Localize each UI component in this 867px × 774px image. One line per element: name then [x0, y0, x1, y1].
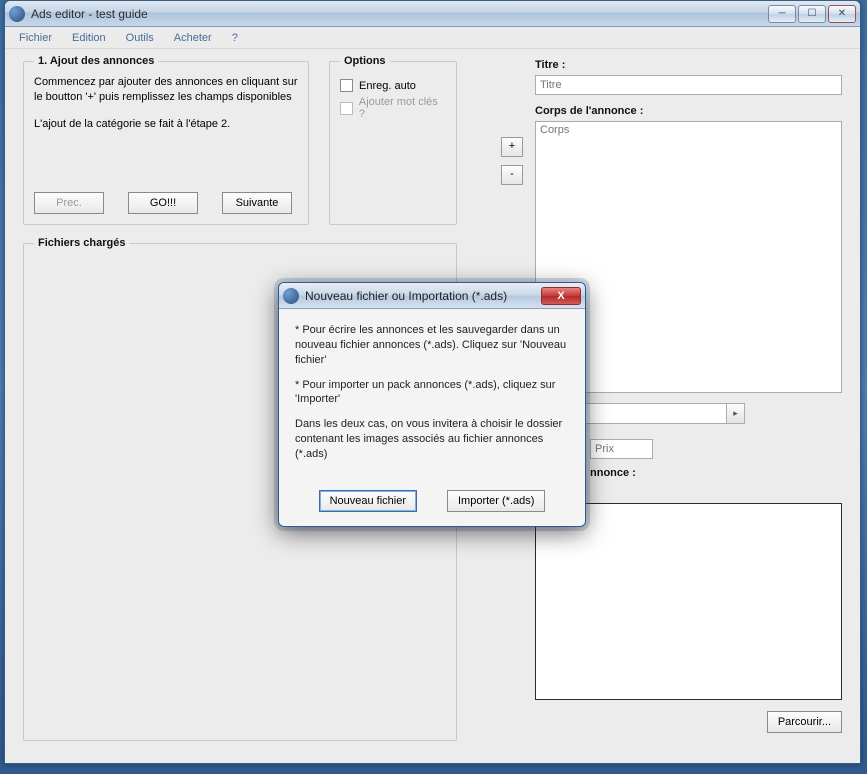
menu-acheter[interactable]: Acheter: [166, 30, 220, 46]
import-button[interactable]: Importer (*.ads): [447, 490, 545, 512]
close-button[interactable]: ✕: [828, 5, 856, 23]
dialog-body: * Pour écrire les annonces et les sauveg…: [279, 309, 585, 486]
dialog-text-3: Dans les deux cas, on vous invitera à ch…: [295, 417, 569, 462]
options-group: Options Enreg. auto Ajouter mot clés ?: [329, 55, 457, 225]
dialog-text-2: * Pour importer un pack annonces (*.ads)…: [295, 378, 569, 408]
options-legend: Options: [340, 55, 390, 67]
go-button[interactable]: GO!!!: [128, 192, 198, 214]
step-legend: 1. Ajout des annonces: [34, 55, 158, 67]
titre-label: Titre :: [535, 59, 565, 71]
titlebar[interactable]: Ads editor - test guide ─ ☐ ✕: [5, 1, 860, 27]
dialog-buttons: Nouveau fichier Importer (*.ads): [279, 486, 585, 526]
browse-button[interactable]: Parcourir...: [767, 711, 842, 733]
dialog-text-1: * Pour écrire les annonces et les sauveg…: [295, 323, 569, 368]
keywords-row: Ajouter mot clés ?: [340, 96, 446, 120]
menu-fichier[interactable]: Fichier: [11, 30, 60, 46]
app-icon: [9, 6, 25, 22]
menu-help[interactable]: ?: [224, 30, 246, 46]
menu-outils[interactable]: Outils: [118, 30, 162, 46]
minimize-button[interactable]: ─: [768, 5, 796, 23]
step-text-2: L'ajout de la catégorie se fait à l'étap…: [34, 117, 298, 132]
next-button[interactable]: Suivante: [222, 192, 292, 214]
maximize-button[interactable]: ☐: [798, 5, 826, 23]
step-group: 1. Ajout des annonces Commencez par ajou…: [23, 55, 309, 225]
remove-button[interactable]: -: [501, 165, 523, 185]
menubar: Fichier Edition Outils Acheter ?: [5, 27, 860, 49]
keywords-label: Ajouter mot clés ?: [359, 96, 446, 120]
step-text-1: Commencez par ajouter des annonces en cl…: [34, 75, 298, 105]
window-title: Ads editor - test guide: [31, 7, 768, 21]
add-button[interactable]: +: [501, 137, 523, 157]
annonce-label-suffix: nnonce :: [590, 467, 636, 479]
window-buttons: ─ ☐ ✕: [768, 5, 856, 23]
chevron-right-icon[interactable]: ▸: [726, 404, 744, 423]
dialog-title: Nouveau fichier ou Importation (*.ads): [305, 289, 541, 303]
dialog-app-icon: [283, 288, 299, 304]
new-file-button[interactable]: Nouveau fichier: [319, 490, 417, 512]
autosave-row[interactable]: Enreg. auto: [340, 79, 446, 92]
autosave-checkbox[interactable]: [340, 79, 353, 92]
dialog-close-button[interactable]: X: [541, 287, 581, 305]
menu-edition[interactable]: Edition: [64, 30, 114, 46]
corps-label: Corps de l'annonce :: [535, 105, 643, 117]
titre-input[interactable]: [535, 75, 842, 95]
dialog-titlebar[interactable]: Nouveau fichier ou Importation (*.ads) X: [279, 283, 585, 309]
files-legend: Fichiers chargés: [34, 237, 129, 249]
keywords-checkbox: [340, 102, 353, 115]
new-or-import-dialog: Nouveau fichier ou Importation (*.ads) X…: [278, 282, 586, 527]
prix-input[interactable]: [590, 439, 653, 459]
image-preview: [535, 503, 842, 700]
prev-button[interactable]: Prec.: [34, 192, 104, 214]
autosave-label: Enreg. auto: [359, 80, 416, 92]
